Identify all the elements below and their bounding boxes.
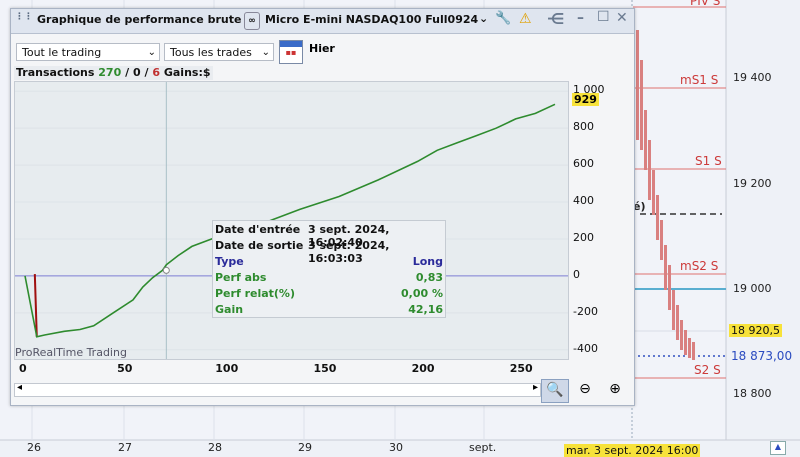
price-tick-19200: 19 200 bbox=[733, 177, 772, 190]
x-tick-label: 250 bbox=[509, 362, 533, 375]
type-value: Long bbox=[412, 255, 443, 268]
calendar-icon[interactable]: ▪▪ bbox=[279, 40, 303, 64]
gain-label: Gain bbox=[215, 303, 244, 316]
scroll-right-icon[interactable]: ▸ bbox=[533, 382, 538, 393]
price-candle bbox=[692, 342, 695, 360]
perf-abs-label: Perf abs bbox=[215, 271, 267, 284]
chevron-down-icon: ⌄ bbox=[261, 47, 270, 58]
window-titlebar[interactable]: ⋮⋮ Graphique de performance brute ∞ Micr… bbox=[11, 9, 634, 34]
instrument-dropdown-icon[interactable]: ⌄ bbox=[479, 12, 488, 25]
chevron-down-icon: ⌄ bbox=[147, 47, 156, 58]
price-candle bbox=[648, 140, 651, 200]
x-tick-label: 50 bbox=[117, 362, 133, 375]
date-26: 26 bbox=[27, 441, 41, 454]
gain-value: 42,16 bbox=[408, 303, 443, 316]
price-tick-18800: 18 800 bbox=[733, 387, 772, 400]
exit-date-label: Date de sortie bbox=[215, 239, 304, 252]
y-tick-label: -200 bbox=[573, 304, 598, 318]
level-s2-label: S2 S bbox=[694, 363, 721, 377]
price-tick-19400: 19 400 bbox=[733, 71, 772, 84]
level-ms2-label: mS2 S bbox=[680, 259, 719, 273]
price-candle bbox=[688, 338, 691, 358]
performance-window[interactable]: ⋮⋮ Graphique de performance brute ∞ Micr… bbox=[10, 8, 635, 406]
trade-tooltip: Date d'entrée 3 sept. 2024, 16:02:40 Dat… bbox=[212, 220, 446, 318]
zoom-in-icon[interactable]: ⊕ bbox=[604, 379, 626, 401]
calendar-label[interactable]: Hier bbox=[309, 42, 335, 55]
price-candle bbox=[660, 220, 663, 260]
level-s1-label: S1 S bbox=[695, 154, 722, 168]
y-tick-label: 400 bbox=[573, 194, 594, 208]
watermark: ProRealTime Trading bbox=[15, 346, 127, 359]
scope-select-value: Tout le trading bbox=[22, 46, 102, 59]
separator: / bbox=[144, 66, 149, 79]
crosshair-date-label: mar. 3 sept. 2024 16:00 bbox=[564, 444, 701, 457]
gains-label: Gains:$ bbox=[163, 66, 211, 79]
price-candle bbox=[668, 265, 671, 310]
scope-select[interactable]: Tout le trading ⌄ bbox=[16, 43, 160, 61]
price-candle bbox=[652, 170, 655, 215]
y-tick-label: 800 bbox=[573, 120, 594, 134]
price-tag-current: 18 920,5 bbox=[729, 324, 782, 337]
x-tick-label: 150 bbox=[313, 362, 337, 375]
separator: / bbox=[125, 66, 130, 79]
price-candle bbox=[640, 60, 643, 150]
wrench-icon[interactable]: 🔧 bbox=[495, 11, 511, 26]
losses-count: 6 bbox=[152, 66, 160, 79]
x-tick-label: 100 bbox=[215, 362, 239, 375]
type-label: Type bbox=[215, 255, 244, 268]
instrument-name[interactable]: Micro E-mini NASDAQ100 Full0924 bbox=[265, 13, 478, 26]
price-candle bbox=[672, 290, 675, 330]
y-tick-label: 200 bbox=[573, 230, 594, 244]
window-title: Graphique de performance brute bbox=[37, 13, 242, 26]
scroll-top-icon[interactable]: ▲ bbox=[770, 441, 786, 455]
entry-date-label: Date d'entrée bbox=[215, 223, 301, 236]
maximize-icon[interactable]: ☐ bbox=[597, 9, 610, 25]
price-tag-last: 18 873,00 bbox=[729, 349, 795, 363]
price-candle bbox=[656, 195, 659, 240]
y-tick-label: 600 bbox=[573, 157, 594, 171]
last-value-tag: 929 bbox=[572, 93, 599, 106]
zoom-out-icon[interactable]: ⊖ bbox=[574, 379, 596, 401]
trades-select[interactable]: Tous les trades ⌄ bbox=[164, 43, 274, 61]
share-icon[interactable]: ⋲ bbox=[547, 10, 564, 28]
perf-rel-label: Perf relat(%) bbox=[215, 287, 295, 300]
warning-icon[interactable]: ⚠ bbox=[519, 11, 532, 27]
date-sept: sept. bbox=[469, 441, 497, 454]
neutral-count: 0 bbox=[132, 66, 141, 79]
date-30: 30 bbox=[389, 441, 403, 454]
date-28: 28 bbox=[208, 441, 222, 454]
level-ms1-label: mS1 S bbox=[680, 73, 719, 87]
price-candle bbox=[680, 320, 683, 350]
price-candle bbox=[644, 110, 647, 170]
x-tick-label: 0 bbox=[19, 362, 27, 375]
scroll-left-icon[interactable]: ◂ bbox=[17, 382, 22, 393]
transactions-label: Transactions bbox=[16, 66, 95, 79]
perf-rel-value: 0,00 % bbox=[401, 287, 443, 300]
price-candle bbox=[664, 245, 667, 290]
trades-select-value: Tous les trades bbox=[170, 46, 252, 59]
transactions-info: Transactions 270 / 0 / 6 Gains:$ bbox=[14, 66, 213, 80]
price-candle bbox=[636, 30, 639, 140]
x-tick-label: 200 bbox=[411, 362, 435, 375]
level-piv-label: PIV S bbox=[690, 0, 721, 8]
link-icon[interactable]: ∞ bbox=[244, 12, 260, 30]
y-tick-label: -400 bbox=[573, 341, 598, 355]
zoom-fit-icon[interactable]: 🔍 bbox=[541, 379, 569, 403]
price-candle bbox=[684, 330, 687, 355]
minimize-icon[interactable]: – bbox=[577, 10, 584, 26]
y-tick-label: 0 bbox=[573, 267, 580, 281]
date-27: 27 bbox=[118, 441, 132, 454]
close-icon[interactable]: ✕ bbox=[616, 10, 628, 26]
hover-point bbox=[162, 266, 170, 274]
perf-abs-value: 0,83 bbox=[415, 271, 443, 284]
window-grip[interactable]: ⋮⋮ bbox=[15, 13, 33, 29]
price-tick-19000: 19 000 bbox=[733, 282, 772, 295]
date-29: 29 bbox=[298, 441, 312, 454]
price-candle bbox=[676, 305, 679, 340]
transactions-count: 270 bbox=[98, 66, 122, 79]
horizontal-scrollbar[interactable]: ◂ ▸ bbox=[14, 382, 541, 397]
